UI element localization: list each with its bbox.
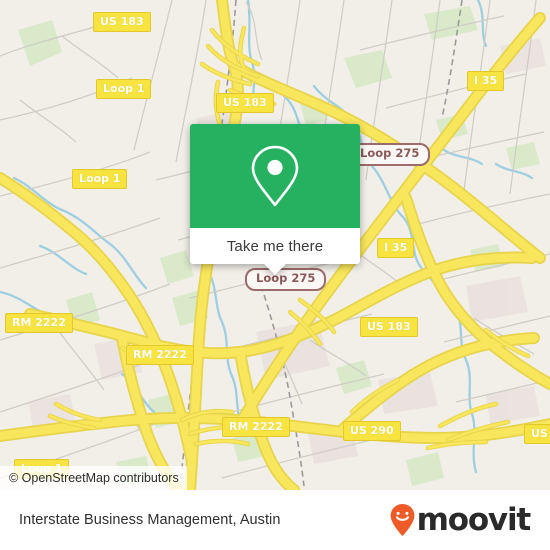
road-shield: US 183 [93, 12, 151, 32]
moovit-place-map-screenshot: US 183 Loop 1 US 183 I 35 Loop 275 Loop … [0, 0, 550, 550]
road-shield: Loop 1 [96, 79, 152, 99]
road-shield: RM 2222 [222, 417, 290, 437]
road-shield: I 35 [377, 238, 415, 258]
road-shield: I 35 [467, 71, 505, 91]
road-shield: US 183 [360, 317, 418, 337]
place-popup-card[interactable]: Take me there [190, 124, 360, 275]
osm-attribution[interactable]: © OpenStreetMap contributors [0, 466, 187, 490]
place-title: Interstate Business Management, Austin [19, 512, 281, 528]
road-shield: US 1 [524, 424, 550, 444]
road-shield: RM 2222 [5, 313, 73, 333]
footer-bar: Interstate Business Management, Austin m… [0, 490, 550, 550]
moovit-wordmark: moovit [416, 501, 532, 538]
road-shield: Loop 275 [349, 143, 431, 166]
road-shield: Loop 1 [72, 169, 128, 189]
moovit-smiley-pin-icon [390, 504, 415, 536]
popup-image-area [190, 124, 360, 228]
moovit-logo[interactable]: moovit [389, 501, 532, 538]
road-shield: RM 2222 [126, 345, 194, 365]
road-shield: US 290 [343, 421, 401, 441]
map-canvas[interactable]: US 183 Loop 1 US 183 I 35 Loop 275 Loop … [0, 0, 550, 490]
take-me-there-button[interactable]: Take me there [190, 228, 360, 264]
road-shield: US 183 [216, 93, 274, 113]
popup-tail-pointer [264, 264, 286, 275]
map-pin-icon [251, 145, 299, 207]
